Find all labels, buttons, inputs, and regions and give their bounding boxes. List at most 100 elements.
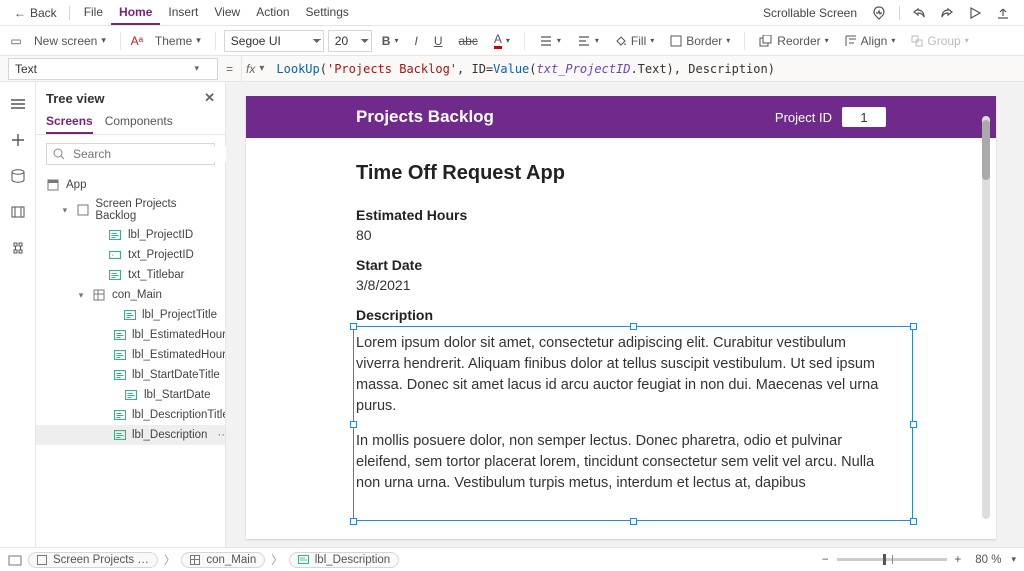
theme-button[interactable]: Theme ▾	[149, 32, 207, 50]
search-input[interactable]	[71, 146, 230, 162]
font-color-button[interactable]: A▾	[488, 30, 516, 51]
selection-rectangle	[353, 326, 913, 521]
control-icon	[92, 288, 106, 302]
tree-search[interactable]	[46, 143, 215, 165]
tree-item-label: lbl_ProjectTitle	[142, 309, 217, 321]
canvas[interactable]: Projects Backlog Project ID Time Off Req…	[226, 82, 1024, 547]
app-header: Projects Backlog Project ID	[246, 96, 996, 138]
font-family-select[interactable]: Segoe UI	[224, 30, 324, 52]
tree-item-label: Screen Projects Backlog	[95, 198, 217, 222]
zoom-in-icon[interactable]: +	[955, 554, 962, 566]
breadcrumb-root-icon[interactable]	[8, 554, 22, 566]
align-vertical-button[interactable]: ▾	[533, 32, 567, 50]
menu-item-home[interactable]: Home	[111, 1, 160, 25]
scrollbar-thumb[interactable]	[982, 120, 990, 180]
menu-item-file[interactable]: File	[76, 1, 111, 25]
formula-bar: Text ▾ = fx ▾ LookUp('Projects Backlog',…	[0, 56, 1024, 82]
close-icon[interactable]: ✕	[204, 90, 215, 106]
reorder-button[interactable]: Reorder▾	[753, 32, 834, 50]
menu-item-settings[interactable]: Settings	[298, 1, 357, 25]
breadcrumb-item[interactable]: Screen Projects …	[28, 552, 158, 568]
chevron-down-icon[interactable]: ▾	[259, 63, 270, 74]
scrollbar[interactable]	[982, 116, 990, 519]
control-icon	[114, 328, 126, 342]
tree-item[interactable]: lbl_DescriptionTitle	[36, 405, 225, 425]
tree-item[interactable]: lbl_ProjectTitle	[36, 305, 225, 325]
menu-divider	[69, 6, 70, 20]
menu-item-insert[interactable]: Insert	[160, 1, 206, 25]
align-button[interactable]: Align▾	[839, 32, 902, 50]
project-id-label: Project ID	[775, 110, 832, 125]
breadcrumb-item[interactable]: con_Main	[181, 552, 265, 568]
tree-view-icon[interactable]	[6, 92, 30, 116]
selection-handle[interactable]	[910, 518, 917, 525]
tree-item[interactable]: lbl_Description···	[36, 425, 225, 445]
redo-icon[interactable]	[934, 4, 960, 22]
selection-handle[interactable]	[350, 518, 357, 525]
strike-button[interactable]: abc	[452, 32, 483, 50]
health-check-icon[interactable]	[865, 3, 893, 23]
selection-handle[interactable]	[910, 421, 917, 428]
new-screen-button[interactable]: New screen ▾	[28, 32, 112, 50]
more-icon[interactable]: ···	[213, 429, 225, 441]
tree-item[interactable]: lbl_StartDate	[36, 385, 225, 405]
selection-handle[interactable]	[350, 323, 357, 330]
tree-item-label: App	[66, 179, 86, 191]
tree-item-app[interactable]: App	[36, 175, 225, 195]
chevron-down-icon[interactable]: ▾	[76, 290, 86, 301]
menu-item-view[interactable]: View	[206, 1, 248, 25]
main-area: Tree view ✕ Screens Components App ▾Scre…	[0, 82, 1024, 547]
formula-input[interactable]: LookUp('Projects Backlog', ID=Value(txt_…	[270, 62, 1024, 76]
breadcrumb-label: lbl_Description	[315, 554, 390, 566]
tree-item[interactable]: lbl_EstimatedHoursTitle	[36, 325, 225, 345]
property-select[interactable]: Text ▾	[8, 58, 218, 80]
italic-button[interactable]: I	[408, 32, 423, 50]
selection-handle[interactable]	[350, 421, 357, 428]
tree-item[interactable]: txt_ProjectID	[36, 245, 225, 265]
selection-handle[interactable]	[630, 323, 637, 330]
tree-item[interactable]: lbl_ProjectID	[36, 225, 225, 245]
status-bar: Screen Projects …〉con_Main〉lbl_Descripti…	[0, 547, 1024, 571]
font-size-select[interactable]: 20	[328, 30, 372, 52]
fx-label[interactable]: fx	[242, 62, 259, 76]
underline-button[interactable]: U	[428, 32, 449, 50]
zoom-slider[interactable]	[837, 558, 947, 561]
selection-handle[interactable]	[630, 518, 637, 525]
align-horizontal-button[interactable]: ▾	[571, 32, 605, 50]
zoom-value: 80 %	[975, 554, 1001, 566]
play-icon[interactable]	[962, 4, 988, 22]
bold-button[interactable]: B▾	[376, 32, 405, 50]
tab-screens[interactable]: Screens	[46, 110, 93, 134]
media-icon[interactable]	[6, 200, 30, 224]
chevron-down-icon[interactable]: ▾	[1011, 554, 1016, 565]
tree-item[interactable]: ▾ Screen Projects Backlog	[36, 195, 225, 225]
publish-icon[interactable]	[990, 4, 1016, 22]
tree-item[interactable]: lbl_StartDateTitle	[36, 365, 225, 385]
data-icon[interactable]	[6, 164, 30, 188]
group-button: Group▾	[905, 32, 974, 50]
zoom-out-icon[interactable]: −	[822, 554, 829, 566]
control-icon	[108, 248, 122, 262]
menu-item-action[interactable]: Action	[248, 1, 297, 25]
breadcrumb-icon	[190, 555, 200, 565]
border-button[interactable]: Border▾	[664, 32, 736, 50]
zoom-control[interactable]: − + 80 % ▾	[822, 554, 1016, 566]
chevron-down-icon[interactable]: ▾	[60, 205, 70, 216]
undo-icon[interactable]	[906, 4, 932, 22]
tree-item[interactable]: ▾con_Main	[36, 285, 225, 305]
back-button[interactable]: ← Back	[8, 6, 63, 20]
selection-handle[interactable]	[910, 323, 917, 330]
back-label: Back	[30, 6, 57, 20]
screen-mode-label[interactable]: Scrollable Screen	[757, 2, 863, 24]
app-title: Projects Backlog	[356, 107, 494, 127]
tab-components[interactable]: Components	[105, 110, 173, 134]
breadcrumb-item[interactable]: lbl_Description	[289, 552, 399, 568]
advanced-tools-icon[interactable]	[6, 236, 30, 260]
tree-item[interactable]: lbl_EstimatedHours	[36, 345, 225, 365]
theme-icon: Aᵃ	[129, 34, 145, 48]
tree-item-label: lbl_EstimatedHoursTitle	[132, 329, 225, 341]
project-id-input[interactable]	[842, 107, 886, 127]
fill-button[interactable]: Fill▾	[609, 32, 660, 50]
insert-icon[interactable]	[6, 128, 30, 152]
tree-item[interactable]: txt_Titlebar	[36, 265, 225, 285]
